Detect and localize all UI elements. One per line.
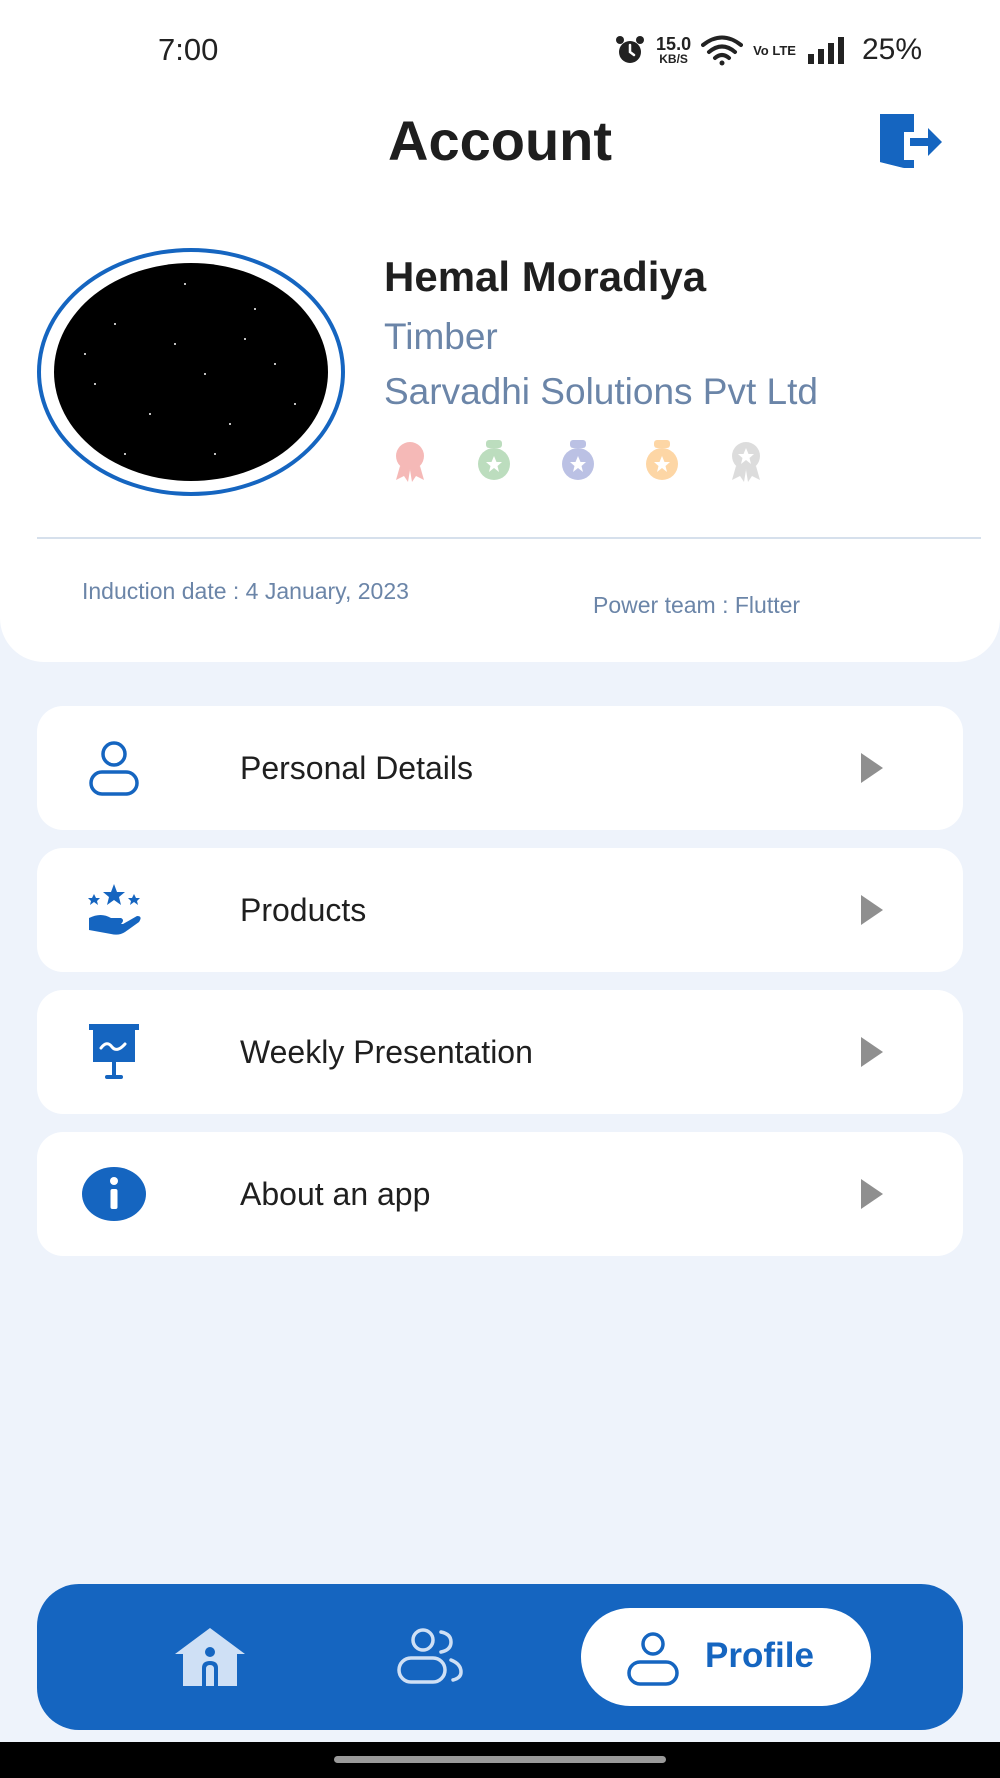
menu-label: About an app xyxy=(240,1176,431,1212)
wifi-icon xyxy=(701,35,744,66)
alarm-icon xyxy=(616,36,645,63)
logout-icon xyxy=(880,114,942,168)
bottom-navigation: Profile xyxy=(37,1584,963,1730)
menu-item-products[interactable]: Products xyxy=(37,848,963,972)
menu-item-weekly-presentation[interactable]: Weekly Presentation xyxy=(37,990,963,1114)
chevron-right-icon xyxy=(861,753,883,783)
logout-button[interactable] xyxy=(874,110,946,172)
home-gesture-handle[interactable] xyxy=(334,1756,666,1763)
nav-profile-label: Profile xyxy=(705,1636,814,1675)
nav-profile-button[interactable]: Profile xyxy=(581,1608,871,1706)
status-time: 7:00 xyxy=(158,32,219,67)
menu-item-about-app[interactable]: About an app xyxy=(37,1132,963,1256)
info-icon xyxy=(82,1167,146,1221)
person-icon xyxy=(627,1632,679,1686)
menu-label: Personal Details xyxy=(240,750,473,786)
user-name: Hemal Moradiya xyxy=(384,253,707,300)
user-company: Sarvadhi Solutions Pvt Ltd xyxy=(384,371,818,412)
system-navigation-bar xyxy=(0,1742,1000,1778)
chevron-right-icon xyxy=(861,1037,883,1067)
menu-label: Products xyxy=(240,892,367,928)
user-role: Timber xyxy=(384,316,498,357)
network-speed: 15.0 KB/S xyxy=(656,34,692,66)
team-icon xyxy=(397,1628,463,1684)
chevron-right-icon xyxy=(861,1179,883,1209)
person-icon xyxy=(89,741,139,796)
medal-red-icon xyxy=(396,442,424,482)
medal-blue-icon xyxy=(562,440,594,480)
power-team: Power team : Flutter xyxy=(593,592,801,618)
profile-divider xyxy=(37,537,981,539)
medal-grey-icon xyxy=(732,442,760,482)
medal-green-icon xyxy=(478,440,510,480)
avatar[interactable] xyxy=(37,248,345,496)
nav-team-button[interactable] xyxy=(395,1626,465,1686)
menu-item-personal-details[interactable]: Personal Details xyxy=(37,706,963,830)
status-icons: 15.0 KB/S Vo LTE 25% xyxy=(614,30,922,70)
medal-orange-icon xyxy=(646,440,678,480)
products-hand-stars-icon xyxy=(88,884,141,935)
chevron-right-icon xyxy=(861,895,883,925)
status-bar: 7:00 15.0 KB/S Vo LTE 25% xyxy=(0,0,1000,100)
presentation-board-icon xyxy=(89,1024,139,1079)
avatar-image xyxy=(54,263,328,481)
volte-indicator: Vo LTE xyxy=(753,42,796,58)
induction-date: Induction date : 4 January, 2023 xyxy=(82,578,409,604)
menu-label: Weekly Presentation xyxy=(240,1034,533,1070)
nav-home-button[interactable] xyxy=(171,1626,249,1688)
home-icon xyxy=(175,1628,245,1686)
page-title: Account xyxy=(388,109,612,172)
signal-icon xyxy=(807,37,844,64)
battery-level: 25% xyxy=(861,33,922,66)
achievement-badges xyxy=(388,438,768,482)
